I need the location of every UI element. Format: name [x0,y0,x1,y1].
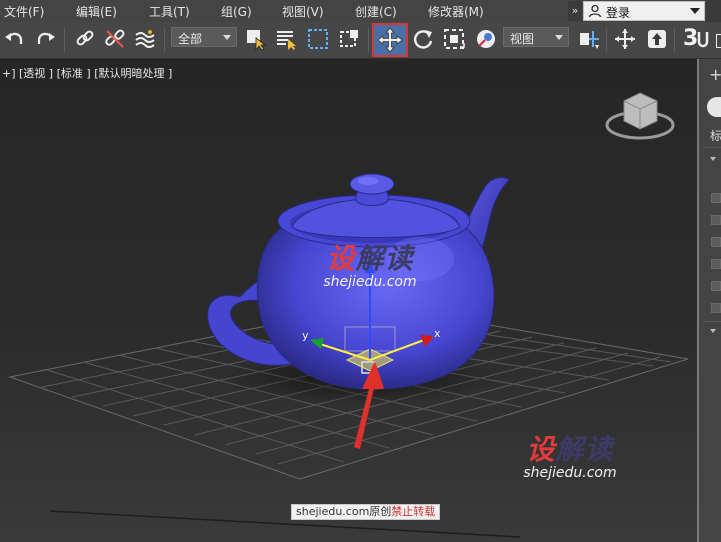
rectangular-selection-button[interactable] [305,26,331,52]
toolbar-separator [164,28,165,52]
watermark-center: 设解读 shejiedu.com [323,242,417,291]
undo-icon [5,32,23,44]
menu-right-edge [706,0,721,22]
select-object-icon [247,30,267,51]
select-and-scale-button[interactable] [441,26,467,52]
placement-icon [477,30,495,48]
rollout-toggle-icon[interactable] [710,329,716,333]
object-type-button[interactable] [711,259,721,269]
reference-coordinate-dropdown[interactable]: 视图 [503,27,569,47]
reference-coordinate-value: 视图 [510,32,535,46]
select-and-move-button[interactable] [372,23,408,57]
window-crossing-icon [340,30,358,47]
select-by-name-icon [277,31,296,50]
keyboard-override-icon [648,30,666,48]
pivot-icon [580,31,599,49]
link-button[interactable] [72,26,98,52]
snaps-toggle-button[interactable]: 3 [680,26,712,52]
panel-divider [703,147,721,148]
scale-icon [444,29,465,49]
command-panel: + 标 [699,59,721,542]
menu-edit[interactable]: 编辑(E) [76,3,117,20]
toolbar-overflow [714,26,721,52]
chevron-down-icon [555,35,563,40]
object-type-button[interactable] [711,281,721,291]
undo-button[interactable] [2,26,28,52]
chevron-down-icon [223,35,231,40]
menu-overflow-button[interactable]: » [568,1,582,21]
toolbar-separator [674,28,675,52]
source-caption: shejiedu.com原创禁止转载 [291,504,441,520]
menu-modifiers[interactable]: 修改器(M) [428,3,484,20]
viewport-label-plus[interactable]: +] [2,67,16,80]
menu-group[interactable]: 组(G) [221,3,252,20]
redo-button[interactable] [32,26,58,52]
keyboard-shortcut-override-button[interactable] [644,26,670,52]
selection-filter-value: 全部 [178,32,203,46]
main-toolbar: 全部 视图 3 [0,22,721,59]
object-type-button[interactable] [711,215,721,225]
panel-divider [703,321,721,322]
unlink-icon [105,29,125,48]
login-dropdown[interactable]: 登录 [583,1,705,21]
chevron-down-icon [690,8,700,14]
viewcube [605,92,675,140]
menu-tools[interactable]: 工具(T) [149,3,190,20]
menu-create[interactable]: 创建(C) [355,3,397,20]
select-manipulate-button[interactable] [612,26,638,52]
menu-file[interactable]: 文件(F) [4,3,44,20]
object-type-label: 标 [710,129,721,143]
unlink-button[interactable] [102,26,128,52]
select-and-rotate-button[interactable] [410,26,436,52]
object-type-button[interactable] [711,193,721,203]
menu-bar: 文件(F) 编辑(E) 工具(T) 组(G) 视图(V) 创建(C) 修改器(M… [0,0,721,23]
menu-view[interactable]: 视图(V) [282,3,324,20]
create-tab-icon[interactable]: + [709,67,721,83]
rotate-icon [414,30,433,49]
viewport-label-view[interactable]: [透视 ] [19,67,53,80]
rollout-toggle-icon[interactable] [710,157,716,161]
gizmo-y-label: y [302,329,309,342]
toolbar-separator [606,28,607,52]
toolbar-separator [368,28,369,52]
login-label: 登录 [606,6,631,20]
manipulate-icon [615,29,635,49]
grid-axis-line [49,510,521,538]
viewport-label-lighting[interactable]: [默认明暗处理 ] [94,67,172,80]
bind-space-warp-button[interactable] [132,26,158,52]
viewport-label[interactable]: +] [透视 ] [标准 ] [默认明暗处理 ] [2,65,172,81]
object-type-button[interactable] [711,237,721,247]
pivot-center-button[interactable] [576,26,602,52]
viewport-label-shading[interactable]: [标准 ] [57,67,91,80]
magnet-icon [697,32,709,48]
window-crossing-button[interactable] [337,26,363,52]
placement-button[interactable] [473,26,499,52]
watermark-corner: 设解读 shejiedu.com [523,433,617,482]
link-icon [76,30,94,46]
user-icon [588,4,602,18]
rectangle-selection-icon [308,29,328,49]
object-type-button[interactable] [711,303,721,313]
selection-filter-dropdown[interactable]: 全部 [171,27,237,47]
gizmo-x-label: x [434,327,441,340]
geometry-category-button[interactable] [707,97,721,117]
select-by-name-button[interactable] [273,26,299,52]
redo-icon [37,32,55,44]
toolbar-separator [64,28,65,52]
space-warp-icon [135,30,155,48]
perspective-viewport[interactable]: x y +] [透视 ] [标准 ] [默认明暗处理 ] 设解读 shejied… [0,59,699,542]
select-object-button[interactable] [243,26,269,52]
teapot-knob-highlight [358,177,378,185]
move-icon [377,27,403,53]
